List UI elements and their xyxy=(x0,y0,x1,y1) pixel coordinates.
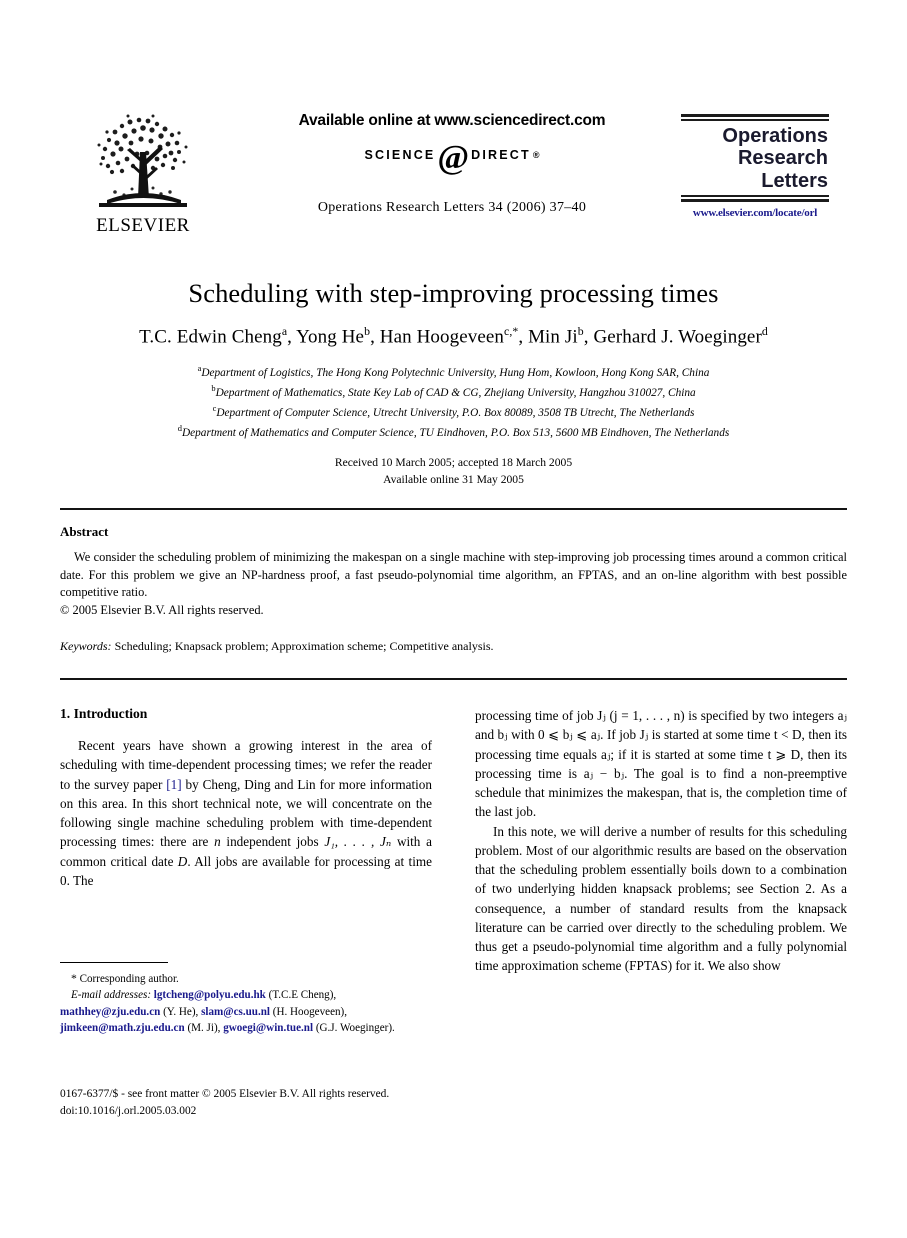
math-job-set: J₁, . . . , Jₙ xyxy=(324,834,392,850)
email-owner: (M. Ji), xyxy=(187,1021,221,1034)
journal-masthead: Operations Research Letters www.elsevier… xyxy=(681,114,829,219)
email-link[interactable]: mathhey@zju.edu.cn xyxy=(60,1006,160,1018)
abstract-block: Abstract We consider the scheduling prob… xyxy=(60,524,847,619)
author-affil-marker: d xyxy=(761,325,768,339)
math-variable-D: D xyxy=(177,853,188,869)
email-link[interactable]: gwoegi@win.tue.nl xyxy=(223,1022,313,1034)
column-right: processing time of job Jⱼ (j = 1, . . . … xyxy=(475,706,847,976)
column-left: 1. Introduction Recent years have shown … xyxy=(60,706,432,890)
elsevier-logo: ELSEVIER xyxy=(84,112,202,235)
author-name: T.C. Edwin Cheng xyxy=(139,326,282,348)
affiliation-item: bDepartment of Mathematics, State Key La… xyxy=(60,382,847,402)
affiliation-text: Department of Logistics, The Hong Kong P… xyxy=(201,366,710,379)
journal-reference: Operations Research Letters 34 (2006) 37… xyxy=(317,200,587,215)
author-name: Han Hoogeveen xyxy=(379,326,504,348)
author-name: Min Ji xyxy=(528,326,578,348)
abstract-copyright: © 2005 Elsevier B.V. All rights reserved… xyxy=(60,602,264,617)
email-owner: (H. Hoogeveen), xyxy=(272,1005,348,1018)
math-variable-n: n xyxy=(214,834,221,850)
paragraph: processing time of job Jⱼ (j = 1, . . . … xyxy=(475,708,847,820)
available-online-date: Available online 31 May 2005 xyxy=(383,472,524,486)
email-link[interactable]: jimkeen@math.zju.edu.cn xyxy=(60,1022,185,1034)
abstract-rule-bottom xyxy=(60,678,847,680)
abstract-rule-top xyxy=(60,508,847,510)
at-sign-icon: @ xyxy=(437,139,470,176)
body-columns: 1. Introduction Recent years have shown … xyxy=(60,706,847,1126)
abstract-body: We consider the scheduling problem of mi… xyxy=(60,550,847,600)
sciencedirect-logo-block: Available online at www.sciencedirect.co… xyxy=(232,112,672,176)
affiliation-item: aDepartment of Logistics, The Hong Kong … xyxy=(60,362,847,382)
author-affil-marker: b xyxy=(364,325,371,339)
footnote-text: * Corresponding author. E-mail addresses… xyxy=(60,970,432,1036)
affiliation-text: Department of Computer Science, Utrecht … xyxy=(216,406,695,419)
affiliation-text: Department of Mathematics, State Key Lab… xyxy=(215,386,696,399)
section-heading-introduction: 1. Introduction xyxy=(60,706,148,721)
email-link[interactable]: lgtcheng@polyu.edu.hk xyxy=(154,989,266,1001)
masthead: ELSEVIER Available online at www.science… xyxy=(0,0,907,250)
page-footer: 0167-6377/$ - see front matter © 2005 El… xyxy=(60,1086,560,1120)
author-affil-marker: b xyxy=(577,325,584,339)
issn-copyright-line: 0167-6377/$ - see front matter © 2005 El… xyxy=(60,1088,390,1100)
elsevier-tree-icon xyxy=(97,114,188,207)
sciencedirect-direct-word: DIRECT xyxy=(471,147,531,162)
author-list: T.C. Edwin Chenga, Yong Heb, Han Hoogeve… xyxy=(139,325,768,348)
email-label: E-mail addresses: xyxy=(71,989,152,1002)
available-online-text: Available online at www.sciencedirect.co… xyxy=(298,112,606,129)
email-owner: (G.J. Woeginger). xyxy=(315,1021,395,1034)
affiliation-item: cDepartment of Computer Science, Utrecht… xyxy=(60,402,847,422)
affiliation-item: dDepartment of Mathematics and Computer … xyxy=(60,422,847,442)
paragraph: Recent years have shown a growing intere… xyxy=(60,736,432,890)
journal-url-link[interactable]: www.elsevier.com/locate/orl xyxy=(681,207,829,219)
affiliation-list: aDepartment of Logistics, The Hong Kong … xyxy=(60,362,847,442)
registered-trademark-icon: ® xyxy=(532,149,540,160)
title-block: Scheduling with step-improving processin… xyxy=(60,278,847,489)
keywords-line: Keywords: Scheduling; Knapsack problem; … xyxy=(60,638,847,655)
masthead-rule-top xyxy=(681,114,829,121)
footnote-rule xyxy=(60,962,168,963)
citation-link-1[interactable]: [1] xyxy=(166,777,181,792)
page-title: Scheduling with step-improving processin… xyxy=(188,278,719,308)
sciencedirect-science-word: SCIENCE xyxy=(364,147,436,162)
corresponding-author-note: * Corresponding author. xyxy=(60,970,432,987)
doi-line: doi:10.1016/j.orl.2005.03.002 xyxy=(60,1105,197,1118)
email-owner: (T.C.E Cheng), xyxy=(268,989,337,1002)
paragraph: In this note, we will derive a number of… xyxy=(475,823,847,974)
journal-name-line-3: Letters xyxy=(761,169,828,192)
footnote-block: * Corresponding author. E-mail addresses… xyxy=(60,962,432,1036)
publication-dates: Received 10 March 2005; accepted 18 Marc… xyxy=(60,455,847,489)
sciencedirect-mark: SCIENCE @ DIRECT ® xyxy=(232,139,672,176)
keywords-label: Keywords: xyxy=(60,639,112,653)
author-name: Yong He xyxy=(296,326,365,348)
email-addresses-line: E-mail addresses: lgtcheng@polyu.edu.hk … xyxy=(60,987,432,1036)
author-name: Gerhard J. Woeginger xyxy=(593,326,762,348)
paragraph-text: independent jobs xyxy=(220,834,325,850)
corresponding-author-text: Corresponding author. xyxy=(79,973,179,985)
elsevier-wordmark: ELSEVIER xyxy=(96,215,190,236)
abstract-heading: Abstract xyxy=(60,524,109,539)
asterisk-icon: * xyxy=(71,972,77,985)
masthead-rule-bottom xyxy=(681,195,829,203)
journal-name-line-2: Research xyxy=(737,147,828,170)
author-affil-marker: c,* xyxy=(504,325,519,339)
affiliation-text: Department of Mathematics and Computer S… xyxy=(181,426,730,439)
keywords-value: Scheduling; Knapsack problem; Approximat… xyxy=(114,639,494,653)
received-accepted-date: Received 10 March 2005; accepted 18 Marc… xyxy=(334,456,573,470)
email-link[interactable]: slam@cs.uu.nl xyxy=(201,1006,270,1018)
paper-page: ELSEVIER Available online at www.science… xyxy=(0,0,907,1238)
email-owner: (Y. He), xyxy=(163,1005,199,1018)
journal-name-line-1: Operations xyxy=(722,125,828,147)
author-affil-marker: a xyxy=(281,325,288,339)
